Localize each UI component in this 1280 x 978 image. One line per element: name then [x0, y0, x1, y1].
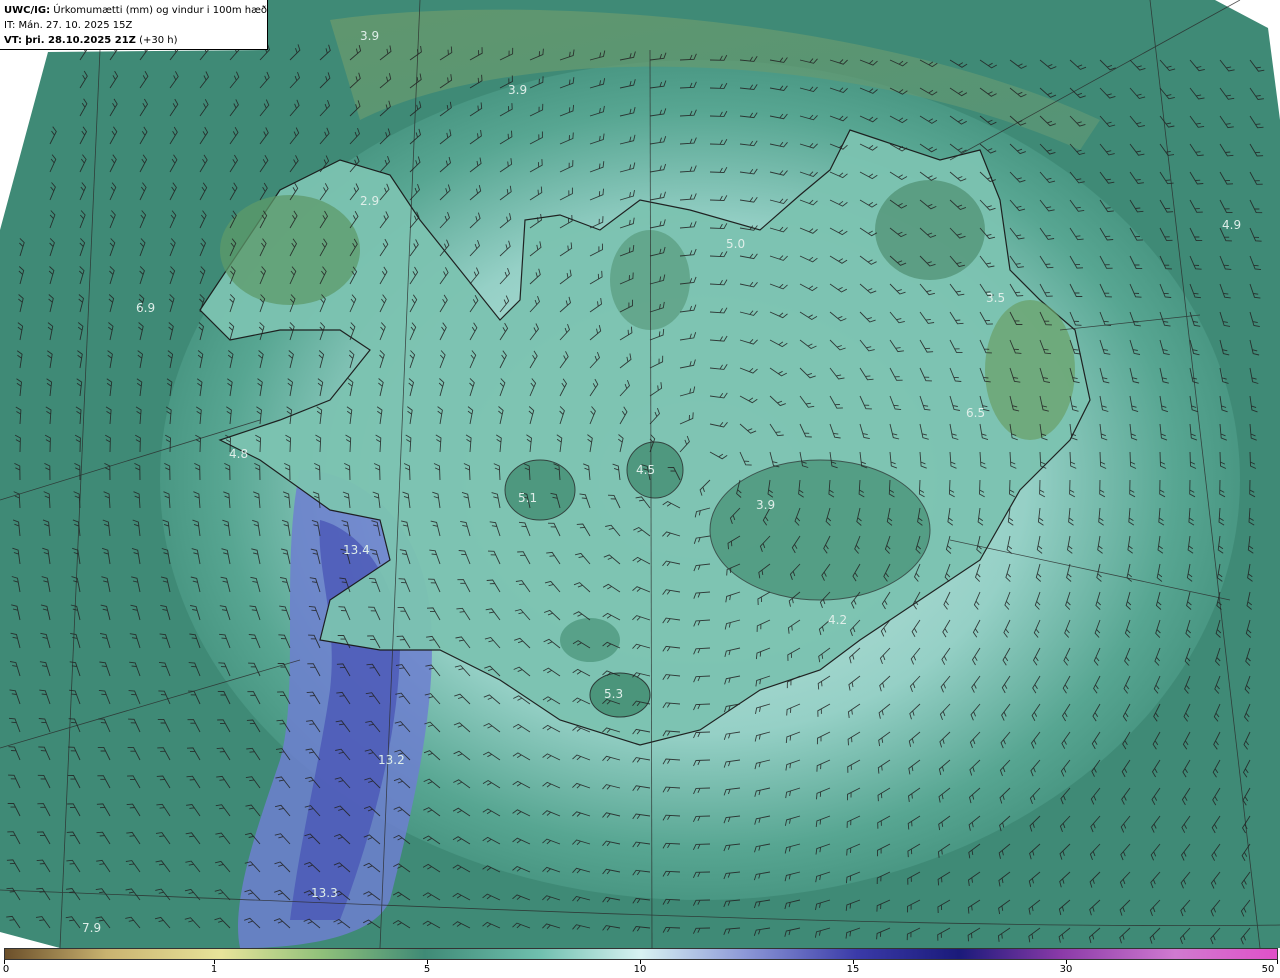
- value-label: 4.5: [636, 463, 655, 477]
- value-label: 3.9: [756, 498, 775, 512]
- value-label: 3.9: [360, 29, 379, 43]
- value-label: 7.9: [82, 921, 101, 935]
- lead-time: (+30 h): [139, 35, 178, 46]
- product-label: UWC/IG:: [4, 5, 51, 16]
- value-label: 6.9: [136, 301, 155, 315]
- init-time: IT: Mán. 27. 10. 2025 15Z: [4, 20, 133, 31]
- colorbar-tick-label: 1: [210, 964, 218, 975]
- value-label: 13.4: [343, 543, 370, 557]
- langjokull: [504, 459, 576, 521]
- highland-ne: [875, 180, 985, 280]
- value-label: 3.9: [508, 83, 527, 97]
- value-label: 5.1: [518, 491, 537, 505]
- colorbar-tick-label: 0: [2, 964, 10, 975]
- title-row: UWC/IG: Úrkomumætti (mm) og vindur i 100…: [4, 3, 267, 18]
- info-box: UWC/IG: Úrkomumætti (mm) og vindur i 100…: [0, 0, 268, 50]
- colorbar-tick-label: 15: [846, 964, 860, 975]
- weather-map: 3.9 3.9 2.9 5.0 4.9 3.5 6.9 6.5 4.8 4.5 …: [0, 0, 1280, 948]
- value-label: 4.9: [1222, 218, 1241, 232]
- value-label: 4.2: [828, 613, 847, 627]
- valid-prefix: VT:: [4, 35, 23, 46]
- highland-east: [985, 300, 1075, 440]
- colorbar-strip: [4, 948, 1278, 960]
- colorbar-tick: [1277, 960, 1278, 964]
- colorbar-tick-label: 30: [1059, 964, 1073, 975]
- value-label: 4.8: [229, 447, 248, 461]
- map-title: Úrkomumætti (mm) og vindur i 100m hæð: [53, 5, 268, 16]
- highland-west: [220, 195, 360, 305]
- value-label: 13.2: [378, 753, 405, 767]
- vatnajokull: [709, 459, 931, 601]
- colorbar: 0 1 5 10 15 30 50: [0, 948, 1280, 978]
- colorbar-tick-label: 10: [633, 964, 647, 975]
- value-label: 13.3: [311, 886, 338, 900]
- value-label: 2.9: [360, 194, 379, 208]
- valid-time: þri. 28.10.2025 21Z: [25, 35, 136, 46]
- colorbar-tick-label: 5: [423, 964, 431, 975]
- value-label: 5.3: [604, 687, 623, 701]
- value-label: 5.0: [726, 237, 745, 251]
- valid-row: VT: þri. 28.10.2025 21Z (+30 h): [4, 33, 263, 48]
- value-label: 6.5: [966, 406, 985, 420]
- colorbar-tick-label: 50: [1261, 964, 1275, 975]
- value-label: 3.5: [986, 291, 1005, 305]
